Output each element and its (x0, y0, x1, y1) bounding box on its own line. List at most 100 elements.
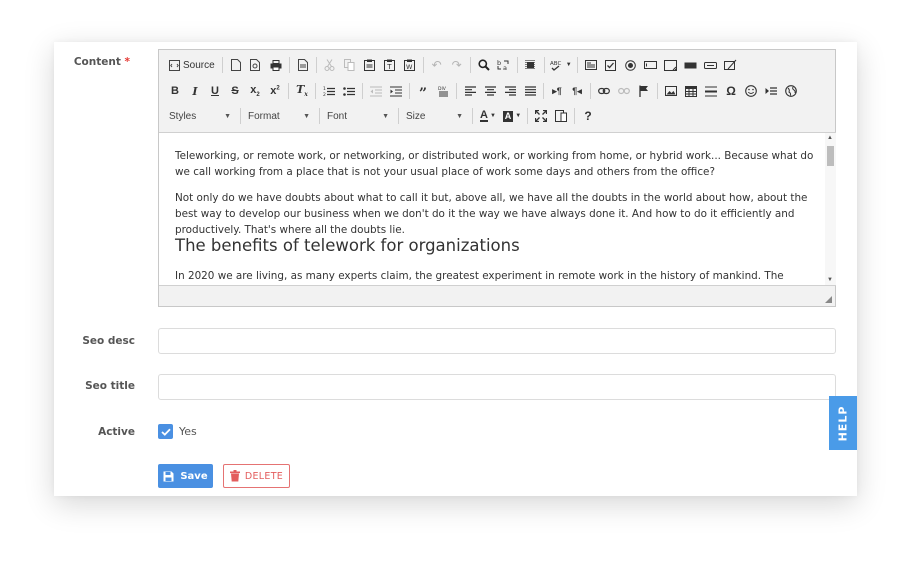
unlink-button[interactable] (614, 80, 634, 102)
delete-button[interactable]: DELETE (223, 464, 290, 488)
svg-text:W: W (406, 63, 413, 71)
align-left-button[interactable] (460, 80, 480, 102)
align-right-button[interactable] (500, 80, 520, 102)
active-checkbox[interactable] (158, 424, 173, 439)
content-paragraph: Not only do we have doubts about what to… (175, 192, 808, 236)
redo-button[interactable]: ↷ (447, 54, 467, 76)
special-char-button[interactable]: Ω (721, 80, 741, 102)
undo-icon: ↶ (431, 58, 442, 72)
scroll-up-icon[interactable]: ▲ (827, 135, 833, 141)
strike-button[interactable]: S (225, 80, 245, 102)
text-color-button[interactable]: A ▼ (476, 105, 500, 127)
styles-combo[interactable]: Styles ▼ (165, 107, 235, 125)
form-button[interactable] (581, 54, 601, 76)
smiley-icon (745, 85, 757, 97)
delete-button-label: DELETE (244, 470, 284, 482)
paste-word-button[interactable]: W (400, 54, 420, 76)
subscript-button[interactable]: x2 (245, 80, 265, 102)
align-left-icon (464, 86, 476, 96)
templates-icon (297, 59, 308, 71)
hidden-field-icon (724, 59, 737, 70)
bold-button[interactable]: B (165, 80, 185, 102)
show-blocks-button[interactable] (551, 105, 571, 127)
new-page-icon (230, 59, 241, 71)
textarea-button[interactable] (661, 54, 681, 76)
paste-text-button[interactable]: T (380, 54, 400, 76)
align-center-button[interactable] (480, 80, 500, 102)
rtl-button[interactable]: ¶◂ (567, 80, 587, 102)
toolbar-separator (472, 108, 473, 124)
radio-button[interactable] (621, 54, 641, 76)
image-button[interactable] (661, 80, 681, 102)
text-field-button[interactable] (641, 54, 661, 76)
print-icon (270, 59, 282, 71)
smiley-button[interactable] (741, 80, 761, 102)
spellcheck-icon: ABC (550, 61, 561, 71)
scroll-down-icon[interactable]: ▼ (827, 277, 833, 283)
help-tab[interactable]: HELP (829, 396, 857, 450)
new-page-button[interactable] (226, 54, 246, 76)
iframe-button[interactable] (781, 80, 801, 102)
toolbar-separator (576, 57, 578, 73)
bold-icon: B (171, 85, 179, 97)
underline-button[interactable]: U (205, 80, 225, 102)
save-button[interactable]: Save (158, 464, 213, 488)
preview-button[interactable] (246, 54, 266, 76)
find-button[interactable] (474, 54, 494, 76)
about-button[interactable]: ? (578, 105, 598, 127)
toolbar-separator (469, 57, 471, 73)
paste-icon (364, 59, 376, 71)
undo-button[interactable]: ↶ (427, 54, 447, 76)
source-button[interactable]: Source (165, 54, 219, 76)
seo-title-input[interactable] (158, 374, 836, 400)
svg-text:ABC: ABC (550, 61, 561, 67)
paste-button[interactable] (360, 54, 380, 76)
cut-button[interactable] (320, 54, 340, 76)
indent-button[interactable] (386, 80, 406, 102)
page-break-button[interactable] (761, 80, 781, 102)
ltr-button[interactable]: ▸¶ (547, 80, 567, 102)
anchor-button[interactable] (634, 80, 654, 102)
text-color-icon: A (480, 109, 488, 122)
scrollbar-thumb[interactable] (827, 146, 834, 166)
size-combo[interactable]: Size ▼ (402, 107, 467, 125)
active-option-label: Yes (179, 425, 197, 438)
form-button-button[interactable] (701, 54, 721, 76)
select-all-button[interactable] (521, 54, 541, 76)
spellcheck-button[interactable]: ABC ▼ (548, 54, 574, 76)
checkbox-button[interactable] (601, 54, 621, 76)
chevron-down-icon: ▼ (565, 62, 572, 68)
select-all-icon (525, 60, 535, 70)
editor-scrollbar[interactable]: ▲ ▼ (825, 132, 836, 286)
bulleted-list-button[interactable] (339, 80, 359, 102)
remove-format-button[interactable]: Tx (292, 80, 312, 102)
copy-button[interactable] (340, 54, 360, 76)
svg-text:a: a (503, 64, 507, 71)
blockquote-button[interactable]: ” (413, 80, 433, 102)
editor-content[interactable]: Teleworking, or remote work, or networki… (159, 132, 825, 286)
superscript-button[interactable]: x2 (265, 80, 285, 102)
page-break-icon (765, 87, 777, 95)
font-combo[interactable]: Font ▼ (323, 107, 393, 125)
hidden-field-button[interactable] (721, 54, 741, 76)
horizontal-line-button[interactable] (701, 80, 721, 102)
background-color-button[interactable]: A ▼ (500, 105, 524, 127)
resize-handle-icon[interactable] (825, 296, 832, 303)
outdent-button[interactable] (366, 80, 386, 102)
table-button[interactable] (681, 80, 701, 102)
templates-button[interactable] (293, 54, 313, 76)
link-button[interactable] (594, 80, 614, 102)
select-field-button[interactable] (681, 54, 701, 76)
div-container-button[interactable]: DIV (433, 80, 453, 102)
maximize-button[interactable] (531, 105, 551, 127)
print-button[interactable] (266, 54, 286, 76)
justify-button[interactable] (520, 80, 540, 102)
format-combo[interactable]: Format ▼ (244, 107, 314, 125)
ltr-icon: ▸¶ (552, 85, 562, 96)
toolbar-separator (590, 83, 591, 99)
radio-icon (625, 59, 636, 71)
replace-button[interactable]: ba (494, 54, 514, 76)
italic-button[interactable]: I (185, 80, 205, 102)
seo-desc-input[interactable] (158, 328, 836, 354)
numbered-list-button[interactable]: 12 (319, 80, 339, 102)
